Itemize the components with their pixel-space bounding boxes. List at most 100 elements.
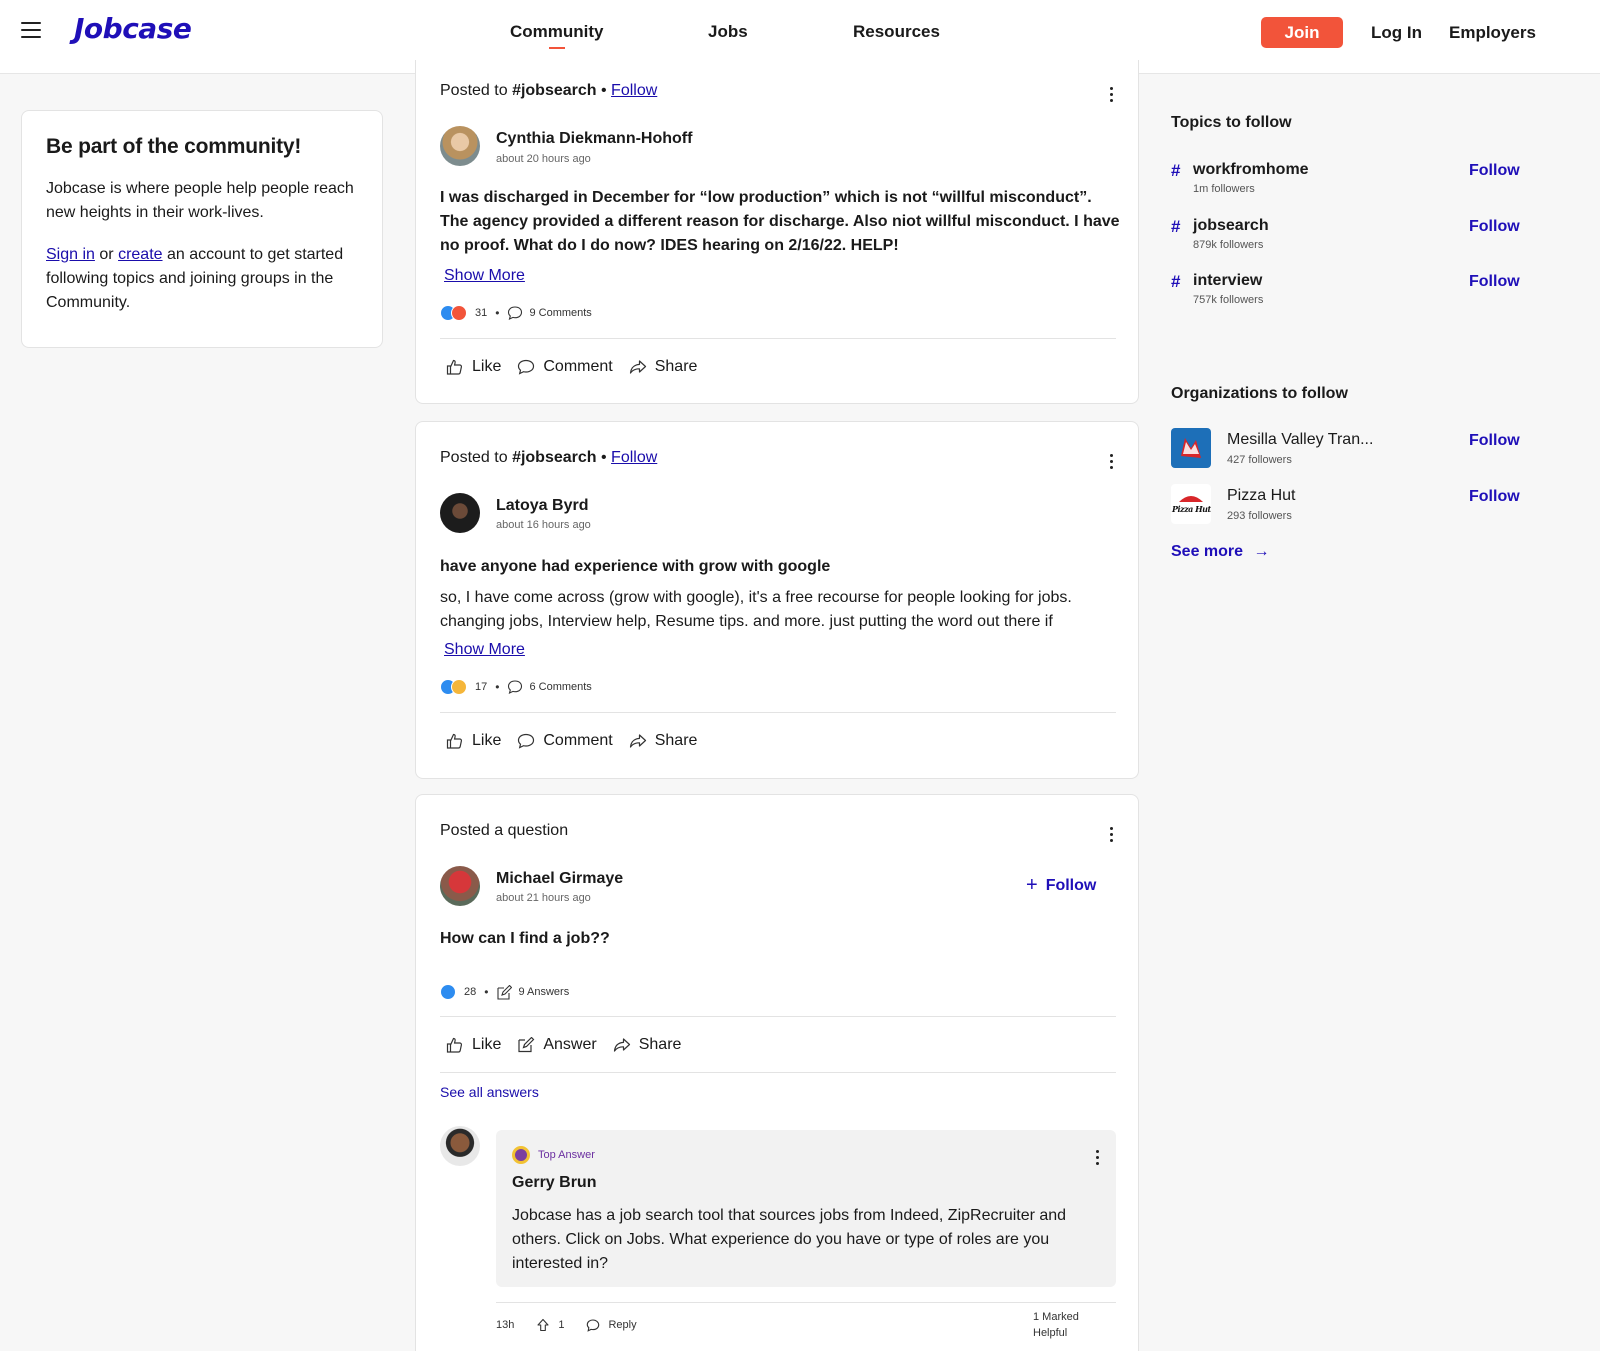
see-more-link[interactable]: See more → — [1171, 543, 1270, 561]
author-name[interactable]: Michael Girmaye — [496, 870, 623, 888]
like-button[interactable]: Like — [446, 732, 501, 750]
post-title: have anyone had experience with grow wit… — [440, 558, 831, 575]
upvote-icon[interactable] — [536, 1318, 550, 1332]
comment-count[interactable]: 9 Comments — [529, 307, 591, 319]
like-button[interactable]: Like — [446, 358, 501, 376]
nav-jobs[interactable]: Jobs — [708, 22, 748, 42]
share-button[interactable]: Share — [613, 1036, 681, 1054]
post-time: about 16 hours ago — [496, 519, 591, 531]
author-name[interactable]: Cynthia Diekmann-Hohoff — [496, 130, 692, 148]
sign-in-link[interactable]: Sign in — [46, 246, 95, 263]
divider — [440, 1072, 1116, 1073]
post-body: I was discharged in December for “low pr… — [440, 189, 1120, 254]
share-button[interactable]: Share — [629, 732, 697, 750]
topic-name[interactable]: workfromhome — [1193, 161, 1309, 179]
comment-button[interactable]: Comment — [517, 732, 613, 750]
promo-title: Be part of the community! — [46, 135, 302, 158]
edit-icon — [518, 1037, 535, 1053]
see-all-answers-link[interactable]: See all answers — [440, 1084, 539, 1100]
avatar[interactable] — [440, 126, 480, 166]
topic-tag[interactable]: #jobsearch — [512, 82, 596, 99]
edit-icon — [497, 984, 513, 1000]
follow-topic-button[interactable]: Follow — [1469, 273, 1520, 291]
answerer-avatar[interactable] — [440, 1126, 480, 1166]
post-card: Posted to #jobsearch • Follow Latoya Byr… — [415, 421, 1139, 779]
comment-count[interactable]: 6 Comments — [529, 681, 591, 693]
follow-topic-link[interactable]: Follow — [611, 82, 657, 99]
topic-name[interactable]: interview — [1193, 272, 1262, 290]
reply-button[interactable]: Reply — [608, 1319, 636, 1331]
answer-body: Jobcase has a job search tool that sourc… — [512, 1207, 1067, 1272]
employers-link[interactable]: Employers — [1449, 23, 1536, 43]
hashtag-icon: # — [1171, 217, 1181, 236]
avatar[interactable] — [440, 493, 480, 533]
hashtag-icon: # — [1171, 161, 1181, 180]
divider — [440, 712, 1116, 713]
nav-community[interactable]: Community — [510, 22, 604, 42]
follow-topic-button[interactable]: Follow — [1469, 162, 1520, 180]
more-options-icon[interactable] — [1110, 87, 1114, 105]
join-button[interactable]: Join — [1261, 17, 1343, 48]
nav-active-indicator — [549, 47, 565, 49]
post-actions: Like Comment Share — [446, 732, 713, 750]
follow-topic-link[interactable]: Follow — [611, 449, 657, 466]
post-stats: 31 • 9 Comments — [440, 304, 592, 322]
nav-resources[interactable]: Resources — [853, 22, 940, 42]
show-more-link[interactable]: Show More — [444, 641, 525, 659]
share-icon — [629, 734, 646, 748]
share-button[interactable]: Share — [629, 358, 697, 376]
thumbs-up-icon — [446, 1037, 463, 1053]
posted-label: Posted a question — [440, 822, 569, 839]
like-button[interactable]: Like — [446, 1036, 501, 1054]
top-answer-box: Top Answer Gerry Brun Jobcase has a job … — [496, 1130, 1116, 1287]
comment-icon — [508, 680, 523, 694]
login-link[interactable]: Log In — [1371, 23, 1422, 43]
more-options-icon[interactable] — [1110, 454, 1114, 472]
comment-icon — [508, 306, 523, 320]
vote-count: 1 — [558, 1319, 565, 1331]
divider — [440, 338, 1116, 339]
follow-topic-button[interactable]: Follow — [1469, 218, 1520, 236]
question-actions: Like Answer Share — [446, 1036, 697, 1054]
topic-followers: 757k followers — [1193, 294, 1264, 306]
avatar[interactable] — [440, 866, 480, 906]
top-answer-badge: Top Answer — [512, 1146, 595, 1164]
topic-followers: 1m followers — [1193, 183, 1255, 195]
author-name[interactable]: Latoya Byrd — [496, 497, 588, 515]
org-name[interactable]: Mesilla Valley Tran... — [1227, 431, 1373, 449]
reaction-count: 28 — [464, 986, 477, 998]
org-logo-pizza-hut[interactable]: Pizza Hut — [1171, 484, 1211, 524]
follow-org-button[interactable]: Follow — [1469, 432, 1520, 450]
promo-cta: Sign in or create an account to get star… — [46, 246, 344, 311]
thinking-reaction-icon — [451, 679, 467, 695]
follow-user-button[interactable]: + Follow — [1026, 874, 1096, 897]
create-account-link[interactable]: create — [118, 246, 162, 263]
thumbs-up-icon — [446, 359, 463, 375]
topic-tag[interactable]: #jobsearch — [512, 449, 596, 466]
org-followers: 427 followers — [1227, 454, 1292, 466]
show-more-link[interactable]: Show More — [444, 267, 525, 285]
comment-button[interactable]: Comment — [517, 358, 613, 376]
share-icon — [613, 1038, 630, 1052]
comment-icon — [518, 733, 535, 749]
follow-org-button[interactable]: Follow — [1469, 488, 1520, 506]
answer-count[interactable]: 9 Answers — [518, 986, 569, 998]
answer-time: 13h — [496, 1319, 515, 1331]
jobcase-logo[interactable]: Jobcase — [74, 12, 192, 45]
reaction-count: 31 — [475, 307, 488, 319]
post-time: about 21 hours ago — [496, 892, 591, 904]
menu-icon[interactable] — [21, 22, 41, 38]
org-followers: 293 followers — [1227, 510, 1292, 522]
topic-name[interactable]: jobsearch — [1193, 217, 1269, 235]
answerer-name[interactable]: Gerry Brun — [512, 1174, 596, 1192]
marked-helpful: 1 Marked Helpful — [1033, 1311, 1079, 1339]
post-stats: 17 • 6 Comments — [440, 678, 592, 696]
heart-reaction-icon — [451, 305, 467, 321]
more-options-icon[interactable] — [1110, 827, 1114, 845]
answer-more-options-icon[interactable] — [1096, 1150, 1100, 1168]
plus-icon: + — [1026, 874, 1038, 896]
answer-button[interactable]: Answer — [517, 1036, 597, 1054]
post-card: Posted to #jobsearch • Follow Cynthia Di… — [415, 60, 1139, 404]
org-name[interactable]: Pizza Hut — [1227, 487, 1295, 505]
org-logo-mesilla-valley[interactable] — [1171, 428, 1211, 468]
